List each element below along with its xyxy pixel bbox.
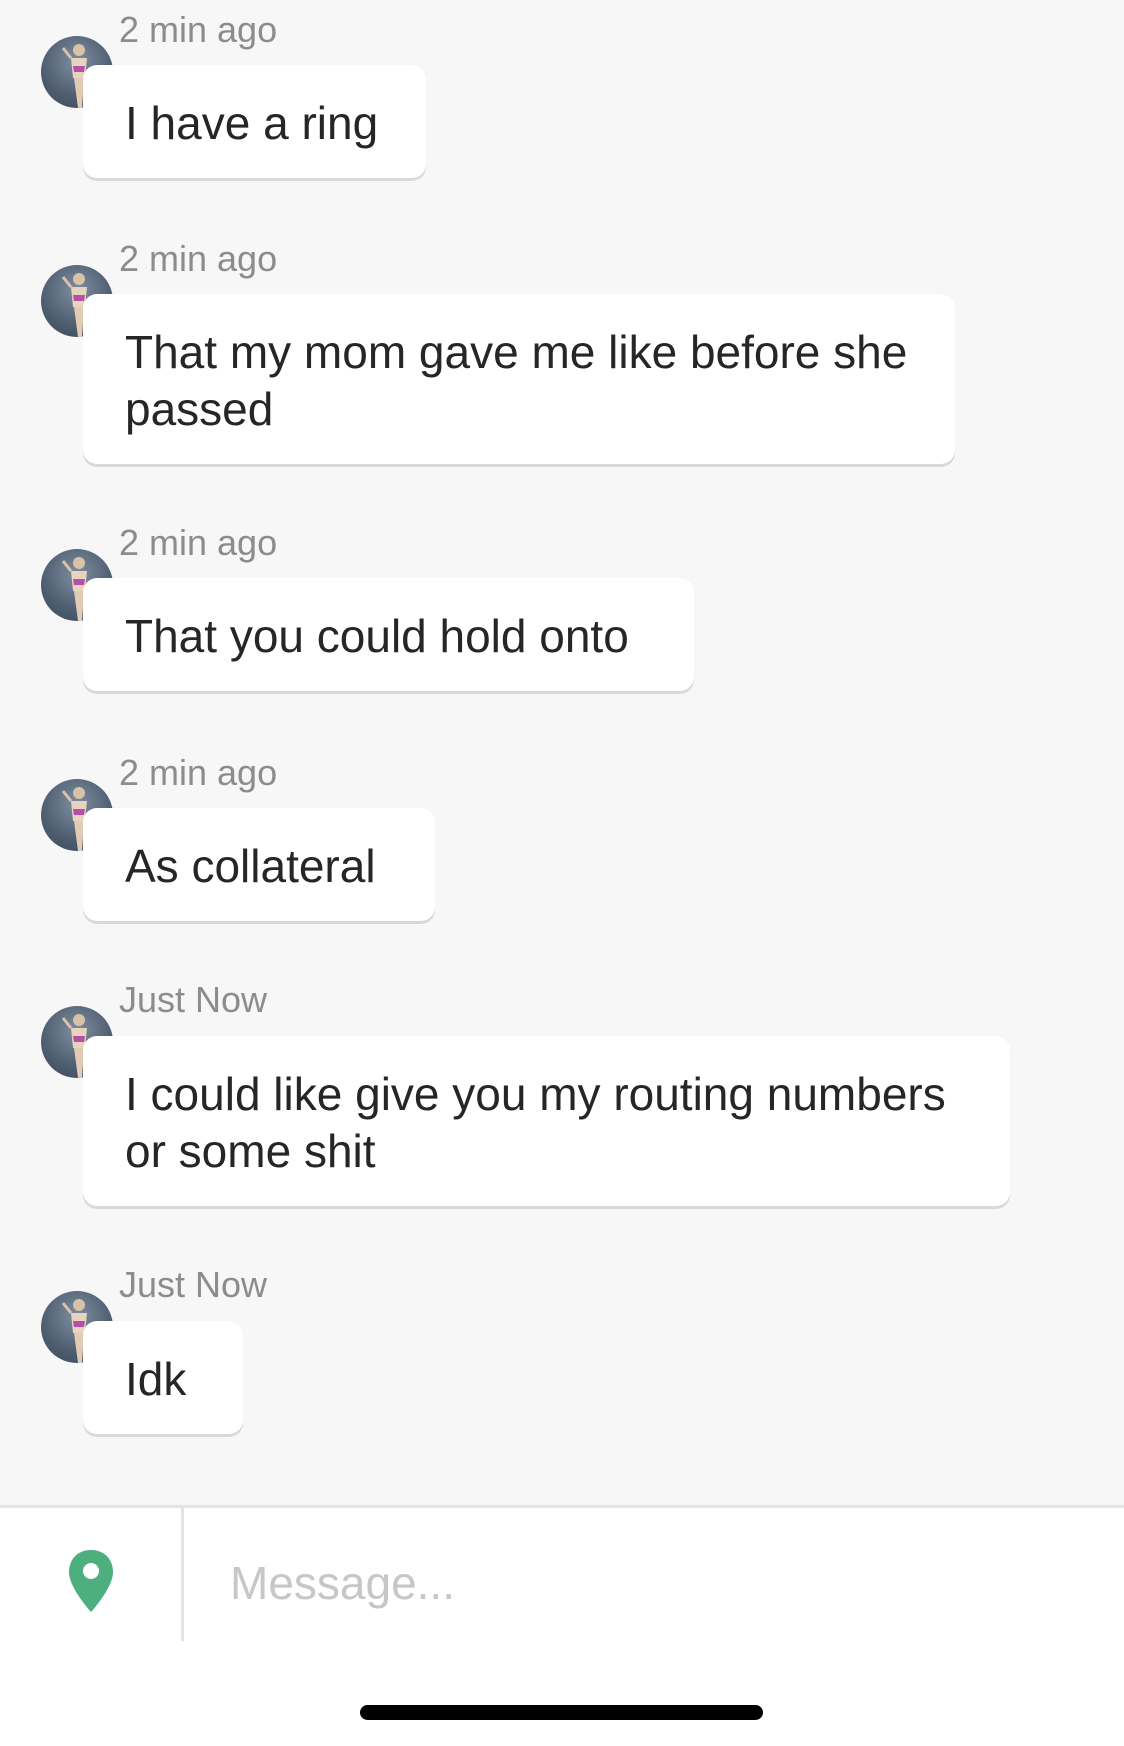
message-bubble: That my mom gave me like before she pass… — [83, 294, 955, 464]
message-bubble: I could like give you my routing numbers… — [83, 1036, 1010, 1206]
message-row: Just Now I could like give you my routin… — [0, 978, 1124, 1238]
message-row: 2 min ago As collateral — [0, 751, 1124, 941]
message-timestamp: 2 min ago — [119, 238, 278, 279]
message-row: Just Now Idk — [0, 1263, 1124, 1453]
message-timestamp: 2 min ago — [119, 752, 278, 793]
message-row: 2 min ago That my mom gave me like befor… — [0, 237, 1124, 497]
message-thread: 2 min ago I have a ring 2 min ago That m — [0, 0, 1124, 1505]
message-timestamp: 2 min ago — [119, 522, 278, 563]
map-pin-icon[interactable] — [66, 1548, 116, 1614]
message-timestamp: Just Now — [119, 1264, 268, 1305]
message-composer — [0, 1505, 1124, 1746]
message-timestamp: Just Now — [119, 979, 268, 1020]
message-bubble: As collateral — [83, 808, 435, 921]
message-input[interactable] — [230, 1548, 1090, 1618]
message-row: 2 min ago That you could hold onto — [0, 521, 1124, 711]
message-timestamp: 2 min ago — [119, 9, 278, 50]
message-bubble: I have a ring — [83, 65, 426, 178]
composer-divider — [181, 1508, 184, 1641]
message-bubble: That you could hold onto — [83, 578, 694, 691]
message-row: 2 min ago I have a ring — [0, 8, 1124, 198]
message-bubble: Idk — [83, 1321, 243, 1434]
home-indicator[interactable] — [360, 1705, 763, 1720]
